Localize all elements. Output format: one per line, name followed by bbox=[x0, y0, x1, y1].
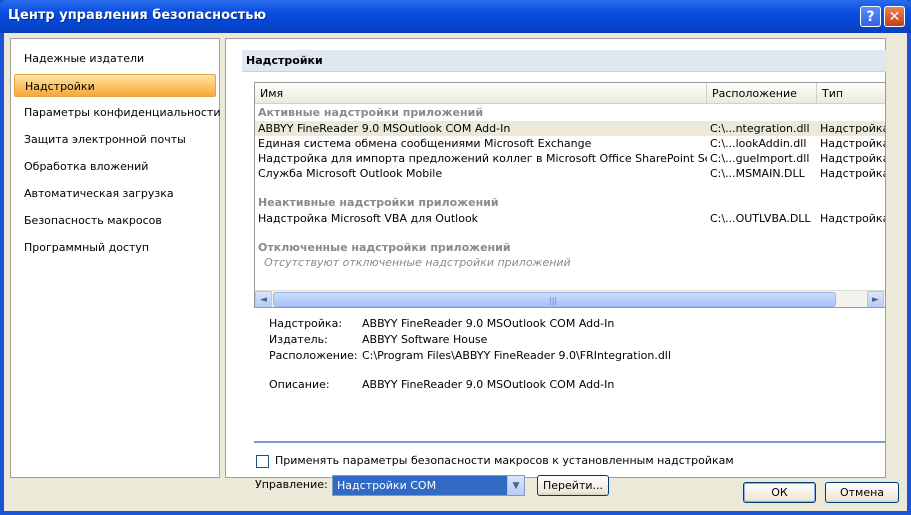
list-header: Имя Расположение Тип bbox=[255, 83, 885, 104]
sidebar-item-programmatic-access[interactable]: Программный доступ bbox=[14, 236, 216, 259]
scroll-right-button[interactable]: ► bbox=[867, 291, 884, 307]
addin-location: C:\...lookAddin.dll bbox=[710, 137, 807, 150]
arrow-left-icon: ◄ bbox=[260, 294, 267, 305]
location-label: Расположение: bbox=[269, 349, 358, 362]
main-panel: Надстройки Имя Расположение Тип Активные… bbox=[225, 38, 886, 496]
list-item[interactable]: Единая система обмена сообщениями Micros… bbox=[255, 136, 885, 151]
list-item[interactable]: Служба Microsoft Outlook Mobile C:\...MS… bbox=[255, 166, 885, 181]
sidebar-item-trusted-publishers[interactable]: Надежные издатели bbox=[14, 47, 216, 70]
addin-name: Надстройка для импорта предложений колле… bbox=[258, 152, 707, 165]
group-header-disabled: Отключенные надстройки приложений bbox=[258, 241, 511, 254]
publisher-label: Издатель: bbox=[269, 333, 328, 346]
title-bar: Центр управления безопасностью ? ✕ bbox=[0, 0, 911, 33]
sidebar-item-email-security[interactable]: Защита электронной почты bbox=[14, 128, 216, 151]
sidebar-item-automatic-download[interactable]: Автоматическая загрузка bbox=[14, 182, 216, 205]
location-value: C:\Program Files\ABBYY FineReader 9.0\FR… bbox=[362, 349, 671, 362]
grip-icon: ||| bbox=[549, 296, 558, 305]
addin-name: ABBYY FineReader 9.0 MSOutlook COM Add-I… bbox=[258, 122, 511, 135]
column-header-type[interactable]: Тип bbox=[817, 83, 885, 104]
sidebar: Надежные издатели Надстройки Параметры к… bbox=[10, 38, 220, 478]
description-label: Описание: bbox=[269, 378, 330, 391]
sidebar-item-addins[interactable]: Надстройки bbox=[14, 74, 216, 97]
chevron-down-icon: ▼ bbox=[512, 480, 520, 491]
addin-location: C:\...OUTLVBA.DLL bbox=[710, 212, 811, 225]
help-button[interactable]: ? bbox=[860, 6, 881, 27]
addin-type: Надстройка bbox=[820, 137, 885, 150]
column-header-location[interactable]: Расположение bbox=[707, 83, 817, 104]
cancel-button[interactable]: Отмена bbox=[825, 482, 899, 503]
addin-type: Надстройка bbox=[820, 212, 885, 225]
addin-location: C:\...ntegration.dll bbox=[710, 122, 810, 135]
addin-location: C:\...gueImport.dll bbox=[710, 152, 810, 165]
manage-select[interactable]: Надстройки COM ▼ bbox=[332, 475, 525, 496]
close-button[interactable]: ✕ bbox=[884, 6, 905, 27]
description-value: ABBYY FineReader 9.0 MSOutlook COM Add-I… bbox=[362, 378, 615, 391]
question-icon: ? bbox=[866, 8, 875, 25]
addin-label: Надстройка: bbox=[269, 317, 343, 330]
addins-list[interactable]: Имя Расположение Тип Активные надстройки… bbox=[254, 82, 886, 308]
addin-location: C:\...MSMAIN.DLL bbox=[710, 167, 805, 180]
divider bbox=[254, 441, 886, 443]
close-icon: ✕ bbox=[888, 8, 901, 25]
manage-label: Управление: bbox=[255, 478, 328, 491]
page-title: Надстройки bbox=[242, 50, 886, 72]
publisher-value: ABBYY Software House bbox=[362, 333, 488, 346]
go-button[interactable]: Перейти... bbox=[537, 475, 609, 496]
scroll-left-button[interactable]: ◄ bbox=[255, 291, 272, 307]
sidebar-item-privacy-options[interactable]: Параметры конфиденциальности bbox=[14, 101, 220, 124]
horizontal-scrollbar[interactable]: ◄ ||| ► bbox=[255, 290, 885, 307]
dropdown-button[interactable]: ▼ bbox=[507, 476, 524, 495]
macro-security-checkbox[interactable] bbox=[256, 455, 269, 468]
list-item[interactable]: ABBYY FineReader 9.0 MSOutlook COM Add-I… bbox=[255, 121, 885, 136]
addin-value: ABBYY FineReader 9.0 MSOutlook COM Add-I… bbox=[362, 317, 615, 330]
group-header-inactive: Неактивные надстройки приложений bbox=[258, 196, 499, 209]
column-header-name[interactable]: Имя bbox=[255, 83, 707, 104]
scroll-thumb[interactable]: ||| bbox=[273, 292, 836, 307]
addin-name: Единая система обмена сообщениями Micros… bbox=[258, 137, 592, 150]
addin-type: Надстройка bbox=[820, 152, 885, 165]
arrow-right-icon: ► bbox=[872, 294, 879, 305]
addin-type: Надстройка bbox=[820, 122, 885, 135]
manage-select-value: Надстройки COM bbox=[337, 479, 437, 492]
sidebar-item-macro-security[interactable]: Безопасность макросов bbox=[14, 209, 216, 232]
empty-group-text: Отсутствуют отключенные надстройки прило… bbox=[264, 256, 571, 269]
macro-security-checkbox-label[interactable]: Применять параметры безопасности макросо… bbox=[275, 454, 734, 467]
sidebar-item-attachment-handling[interactable]: Обработка вложений bbox=[14, 155, 216, 178]
ok-button[interactable]: ОК bbox=[743, 482, 816, 503]
addin-name: Служба Microsoft Outlook Mobile bbox=[258, 167, 443, 180]
group-header-active: Активные надстройки приложений bbox=[258, 106, 484, 119]
addin-type: Надстройка bbox=[820, 167, 885, 180]
list-item[interactable]: Надстройка Microsoft VBA для Outlook C:\… bbox=[255, 211, 885, 226]
addin-name: Надстройка Microsoft VBA для Outlook bbox=[258, 212, 479, 225]
window-title: Центр управления безопасностью bbox=[8, 8, 267, 23]
dialog-body: Надежные издатели Надстройки Параметры к… bbox=[4, 33, 907, 511]
list-item[interactable]: Надстройка для импорта предложений колле… bbox=[255, 151, 885, 166]
